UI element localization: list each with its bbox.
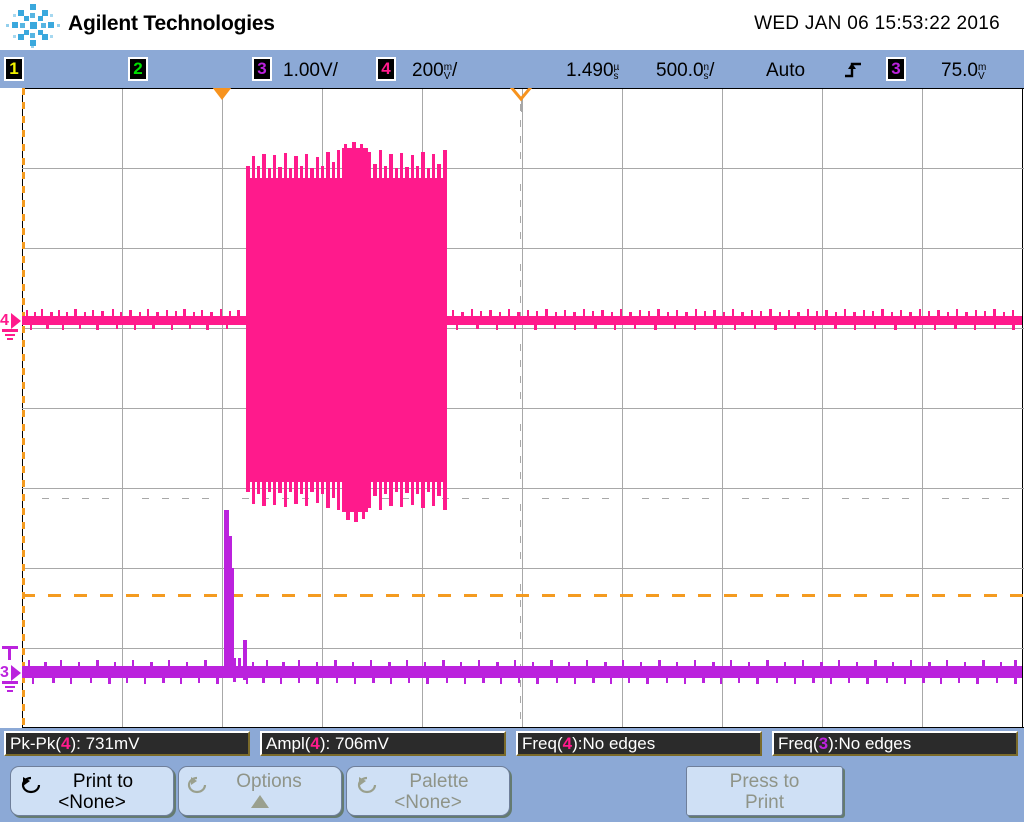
softkey-label-line2: <None> [394, 792, 462, 813]
channel-3-trigger-level-marker[interactable] [0, 644, 24, 664]
sweep-mode-readout[interactable]: Auto [766, 60, 805, 82]
timebase-value: 500.0 [656, 60, 704, 81]
rotary-icon [187, 774, 211, 794]
softkey-bar: Print to <None> Options Palette <None> P… [0, 760, 1024, 822]
measurement-value: No edges [838, 734, 912, 753]
channel-4-scale-suffix: / [452, 60, 458, 81]
softkey-up-arrow-icon [179, 792, 341, 813]
trigger-source-badge[interactable]: 3 [886, 57, 906, 81]
measurement-separator: ): [70, 734, 86, 753]
oscilloscope-screen: Agilent Technologies WED JAN 06 15:53:22… [0, 0, 1024, 822]
agilent-logo-icon [5, 2, 61, 48]
channel-4-trace [22, 142, 1022, 522]
measurement-label: Ampl( [266, 734, 311, 753]
channel-1-badge[interactable]: 1 [4, 57, 24, 81]
trigger-level-value: 75.0 [941, 60, 978, 81]
status-toolbar: 1 2 3 1.00V/ 4 200 m V / 1.490 µ s 500.0… [0, 50, 1024, 131]
waveform-traces [22, 142, 1022, 684]
measurement-label: Freq( [778, 734, 819, 753]
channel-2-badge[interactable]: 2 [128, 57, 148, 81]
channel-3-scale[interactable]: 1.00V/ [283, 60, 338, 82]
softkey-print-to[interactable]: Print to <None> [10, 766, 174, 816]
channel-4-scale[interactable]: 200 m V / [412, 60, 457, 82]
rotary-entry-icon [19, 774, 43, 794]
timebase-suffix: / [709, 60, 715, 81]
measurement-freq-ch3[interactable]: Freq(3):No edges [772, 731, 1018, 756]
svg-text:4: 4 [0, 312, 9, 329]
measurement-bar: Pk-Pk(4): 731mV Ampl(4): 706mV Freq(4):N… [0, 728, 1024, 760]
waveform-graticule[interactable]: 4 3 [0, 88, 1024, 728]
measurement-separator: ): [319, 734, 335, 753]
trigger-level-readout[interactable]: 75.0 m V [941, 60, 986, 82]
measurement-channel: 3 [818, 734, 829, 753]
softkey-palette[interactable]: Palette <None> [346, 766, 510, 816]
rising-edge-icon[interactable] [843, 61, 863, 79]
measurement-channel: 4 [310, 734, 320, 753]
measurement-pk-pk[interactable]: Pk-Pk(4): 731mV [4, 731, 250, 756]
softkey-label-line2: Print [744, 792, 785, 813]
measurement-channel: 4 [562, 734, 573, 753]
measurement-freq-ch4[interactable]: Freq(4):No edges [516, 731, 762, 756]
delay-readout[interactable]: 1.490 µ s [566, 60, 619, 82]
brand-title: Agilent Technologies [68, 12, 275, 35]
svg-text:3: 3 [0, 664, 9, 681]
channel-4-scale-value: 200 [412, 60, 444, 81]
measurement-value: 706mV [334, 734, 389, 753]
datetime-readout: WED JAN 06 15:53:22 2016 [754, 13, 1000, 34]
channel-3-ground-marker[interactable]: 3 [0, 662, 24, 694]
channel-4-scale-unit: mV [443, 62, 453, 82]
timebase-readout[interactable]: 500.0 n s / [656, 60, 714, 82]
measurement-label: Freq( [522, 734, 563, 753]
measurement-separator: ): [572, 734, 583, 753]
channel-4-badge[interactable]: 4 [376, 57, 396, 81]
delay-value: 1.490 [566, 60, 614, 81]
rotary-entry-icon [355, 774, 379, 794]
channel-4-ground-marker[interactable]: 4 [0, 310, 24, 342]
softkey-press-to-print[interactable]: Press to Print [686, 766, 843, 816]
delay-unit: µs [613, 62, 620, 82]
channel-3-badge[interactable]: 3 [252, 57, 272, 81]
measurement-value: No edges [582, 734, 656, 753]
measurement-amplitude[interactable]: Ampl(4): 706mV [260, 731, 506, 756]
measurement-separator: ): [828, 734, 839, 753]
softkey-options[interactable]: Options [178, 766, 342, 816]
measurement-value: 731mV [85, 734, 140, 753]
softkey-label-line2: <None> [58, 792, 126, 813]
measurement-label: Pk-Pk( [10, 734, 61, 753]
channel-3-trace [22, 510, 1022, 684]
softkey-label-line1: Press to [729, 771, 800, 792]
header-bar: Agilent Technologies WED JAN 06 15:53:22… [0, 0, 1024, 50]
trigger-level-unit: mV [977, 62, 987, 82]
